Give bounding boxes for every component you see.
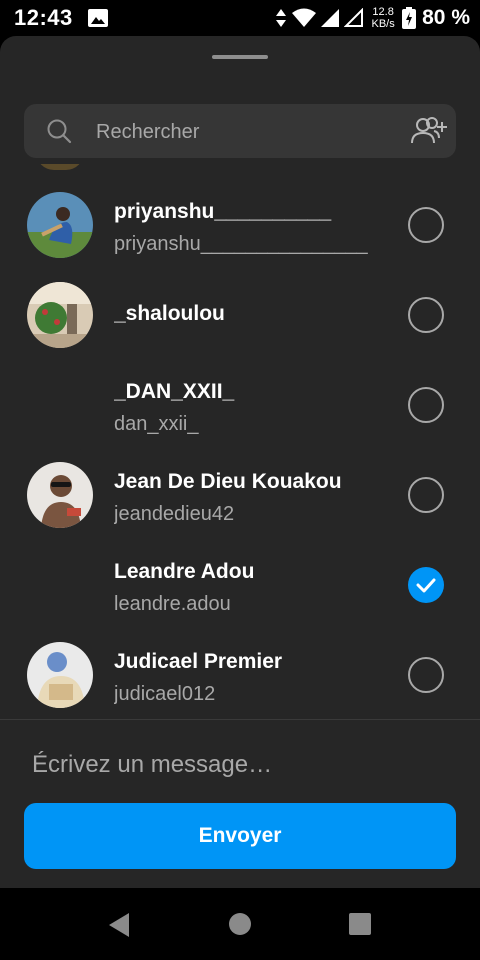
avatar [27, 192, 93, 258]
vibrate-arrows-icon [276, 9, 287, 27]
contact-row[interactable]: _shaloulou [0, 270, 480, 360]
contact-list[interactable]: priyanshu__________ priyanshu___________… [0, 164, 480, 720]
contact-name: priyanshu__________ [114, 200, 332, 223]
search-input[interactable] [94, 104, 398, 160]
status-time: 12:43 [14, 5, 73, 30]
share-sheet: priyanshu__________ priyanshu___________… [0, 36, 480, 888]
contact-row[interactable]: Jean De Dieu Kouakou jeandedieu42 [0, 450, 480, 540]
battery-icon [402, 7, 417, 29]
contact-text: Judicael Premier judicael012 [114, 650, 386, 706]
select-circle[interactable] [408, 477, 444, 513]
contact-name: Jean De Dieu Kouakou [114, 470, 342, 493]
wifi-icon [292, 8, 317, 27]
avatar [36, 164, 84, 170]
contact-name: Judicael Premier [114, 650, 283, 673]
avatar [27, 282, 93, 348]
contact-row[interactable]: priyanshu__________ priyanshu___________… [0, 180, 480, 270]
contact-username: priyanshu_______________ [114, 233, 368, 255]
nav-recents-icon[interactable] [349, 913, 371, 940]
contact-row[interactable]: Judicael Premier judicael012 [0, 630, 480, 720]
contact-username: leandre.adou [114, 593, 231, 615]
status-bar: 12:43 12.8 KB/s 80 % [0, 0, 480, 36]
add-people-icon[interactable] [410, 116, 448, 151]
drag-handle[interactable] [212, 55, 268, 59]
contact-username: judicael012 [114, 683, 216, 705]
nav-home-icon[interactable] [228, 912, 252, 941]
select-circle-checked[interactable] [408, 567, 444, 603]
contact-username: dan_xxii_ [114, 413, 199, 435]
select-circle[interactable] [408, 297, 444, 333]
search-bar[interactable] [24, 104, 456, 160]
select-circle[interactable] [408, 387, 444, 423]
contact-text: Leandre Adou leandre.adou [114, 560, 386, 616]
gallery-icon [88, 9, 108, 32]
contact-text: _DAN_XXII_ dan_xxii_ [114, 380, 386, 436]
nav-back-icon[interactable] [107, 912, 131, 943]
select-circle[interactable] [408, 207, 444, 243]
contact-name: _DAN_XXII_ [114, 380, 235, 403]
contact-username: jeandedieu42 [114, 503, 235, 525]
search-icon [46, 118, 72, 149]
avatar [27, 462, 93, 528]
network-speed: 12.8 KB/s [368, 6, 398, 30]
contact-name: Leandre Adou [114, 560, 255, 583]
contact-text: _shaloulou [114, 302, 386, 326]
contact-name: _shaloulou [114, 302, 225, 325]
status-indicators: 12.8 KB/s 80 % [274, 4, 470, 32]
contact-text: Jean De Dieu Kouakou jeandedieu42 [114, 470, 386, 526]
network-speed-unit: KB/s [371, 18, 395, 30]
battery-percent: 80 % [422, 6, 470, 29]
select-circle[interactable] [408, 657, 444, 693]
avatar [27, 642, 93, 708]
signal-outline-icon [344, 8, 364, 27]
message-input[interactable] [30, 736, 454, 794]
checkmark-icon [416, 578, 436, 593]
signal-icon [321, 9, 340, 27]
network-speed-value: 12.8 [372, 6, 394, 18]
navigation-bar [0, 888, 480, 960]
contact-row[interactable]: Leandre Adou leandre.adou [0, 540, 480, 630]
send-button[interactable]: Envoyer [24, 803, 456, 869]
contact-text: priyanshu__________ priyanshu___________… [114, 200, 386, 256]
contact-row[interactable]: _DAN_XXII_ dan_xxii_ [0, 360, 480, 450]
divider [0, 719, 480, 720]
